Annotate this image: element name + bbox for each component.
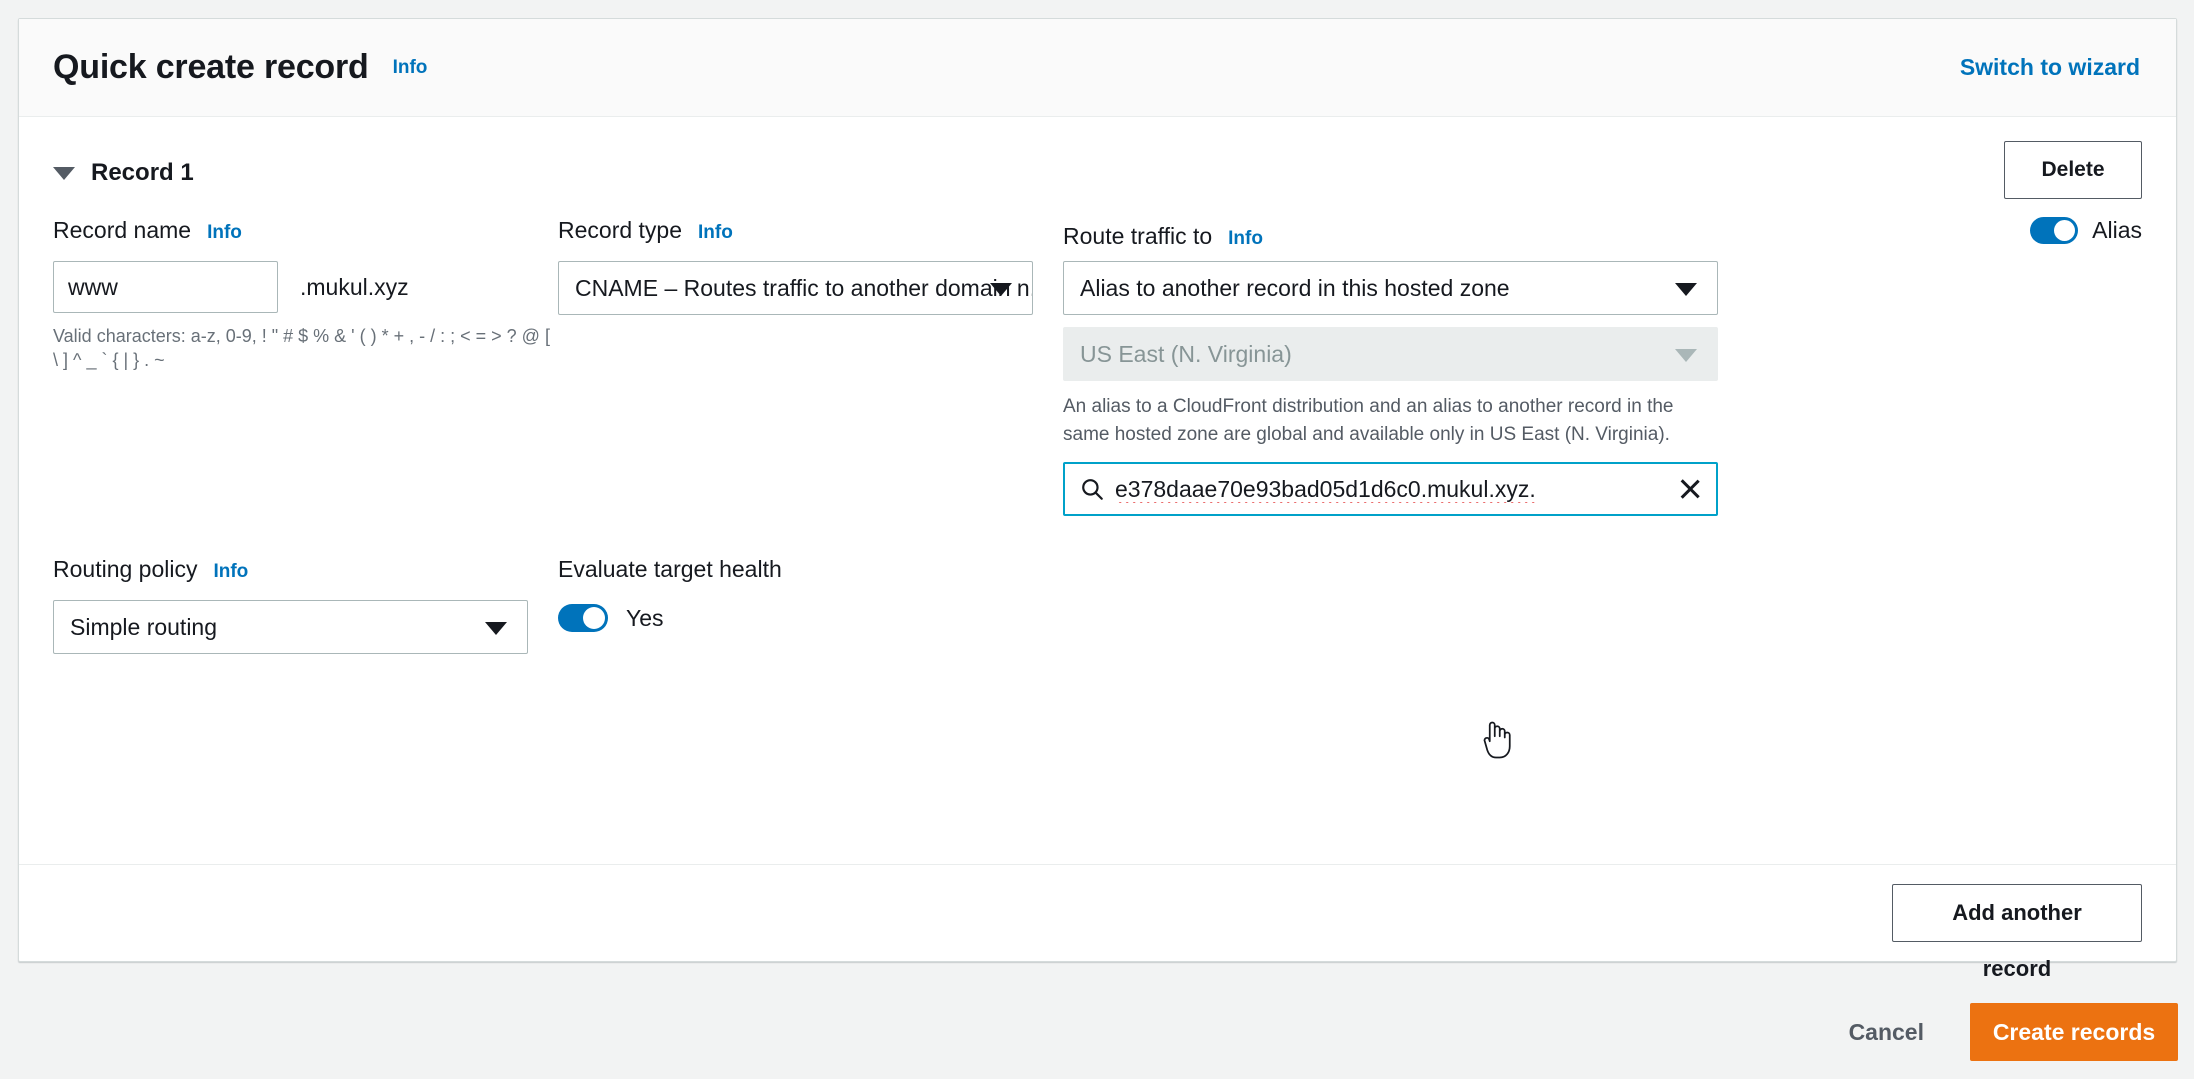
chevron-down-icon [990,283,1012,296]
record-type-field-group: Record type Info CNAME – Routes traffic … [558,217,1063,516]
caret-down-icon[interactable] [53,167,75,180]
quick-create-record-card: Quick create record Info Switch to wizar… [18,18,2177,962]
alias-target-search-box[interactable]: e378daae70e93bad05d1d6c0.mukul.xyz. [1063,462,1718,516]
alias-toggle-label: Alias [2092,217,2142,244]
record-type-info-link[interactable]: Info [698,222,733,244]
route-traffic-label-row: Route traffic to Info Alias [1063,217,2142,251]
alias-target-search-value: e378daae70e93bad05d1d6c0.mukul.xyz. [1115,476,1666,503]
routing-policy-select-value: Simple routing [70,614,217,641]
evaluate-health-toggle-label: Yes [626,605,664,632]
route-target-select-row: Alias to another record in this hosted z… [1063,261,2142,315]
page-actions: Cancel Create records [0,985,2194,1079]
routing-policy-select-row: Simple routing [53,600,528,654]
header-info-link[interactable]: Info [393,57,428,79]
evaluate-health-toggle-knob [583,607,605,629]
alias-toggle[interactable] [2030,217,2078,244]
evaluate-health-field-group: Evaluate target health Yes [558,556,1063,654]
region-select: US East (N. Virginia) [1063,327,1718,381]
record-name-input[interactable] [53,261,278,313]
record-type-select-row: CNAME – Routes traffic to another domain… [558,261,1033,315]
search-icon [1079,476,1105,502]
routing-policy-info-link[interactable]: Info [213,561,248,583]
record-name-label-row: Record name Info [53,217,528,251]
close-icon[interactable] [1676,475,1704,503]
evaluate-health-label: Evaluate target health [558,556,782,583]
record-type-select-value: CNAME – Routes traffic to another domain… [575,275,1033,302]
alias-toggle-knob [2054,220,2075,241]
route-traffic-label: Route traffic to [1063,223,1212,250]
chevron-down-icon [485,622,507,635]
card-header: Quick create record Info Switch to wizar… [19,19,2176,117]
record-name-info-link[interactable]: Info [207,222,242,244]
routing-policy-label-row: Routing policy Info [53,556,528,590]
delete-button[interactable]: Delete [2004,141,2142,199]
routing-policy-label: Routing policy [53,556,197,583]
alias-toggle-group[interactable]: Alias [2030,217,2142,244]
record-name-label: Record name [53,217,191,244]
region-select-value: US East (N. Virginia) [1080,341,1292,368]
quick-create-record-page: Quick create record Info Switch to wizar… [0,0,2194,1079]
create-records-button[interactable]: Create records [1970,1003,2178,1061]
record-name-input-row: .mukul.xyz [53,261,528,313]
evaluate-health-toggle[interactable] [558,604,608,632]
evaluate-health-label-row: Evaluate target health [558,556,1063,590]
route-traffic-field-group: Route traffic to Info Alias Alias to ano… [1063,217,2142,516]
record-type-label-row: Record type Info [558,217,1033,251]
fields-row-1: Record name Info .mukul.xyz Valid charac… [53,203,2142,516]
record-type-label: Record type [558,217,682,244]
record-header-row: Record 1 [53,143,2142,203]
route-traffic-description: An alias to a CloudFront distribution an… [1063,393,1718,448]
chevron-down-icon [1675,283,1697,296]
route-target-select-value: Alias to another record in this hosted z… [1080,275,1510,302]
record-name-hint: Valid characters: a-z, 0-9, ! " # $ % & … [53,325,553,373]
record-section-label: Record 1 [91,159,194,187]
record-section: Record 1 Delete Record name Info .mukul.… [19,117,2176,654]
cancel-button[interactable]: Cancel [1845,1009,1928,1056]
card-footer: Add another record [19,865,2176,961]
record-type-select[interactable]: CNAME – Routes traffic to another domain… [558,261,1033,315]
routing-policy-field-group: Routing policy Info Simple routing [53,556,558,654]
add-another-record-button[interactable]: Add another record [1892,884,2142,942]
page-title: Quick create record [53,48,369,87]
evaluate-health-toggle-group[interactable]: Yes [558,604,1063,632]
routing-policy-select[interactable]: Simple routing [53,600,528,654]
chevron-down-icon [1675,349,1697,362]
route-traffic-info-link[interactable]: Info [1228,228,1263,250]
route-target-select[interactable]: Alias to another record in this hosted z… [1063,261,1718,315]
switch-to-wizard-link[interactable]: Switch to wizard [1960,54,2140,81]
record-name-domain-suffix: .mukul.xyz [300,274,409,301]
record-name-field-group: Record name Info .mukul.xyz Valid charac… [53,217,558,516]
fields-row-2: Routing policy Info Simple routing Evalu… [53,516,2142,654]
